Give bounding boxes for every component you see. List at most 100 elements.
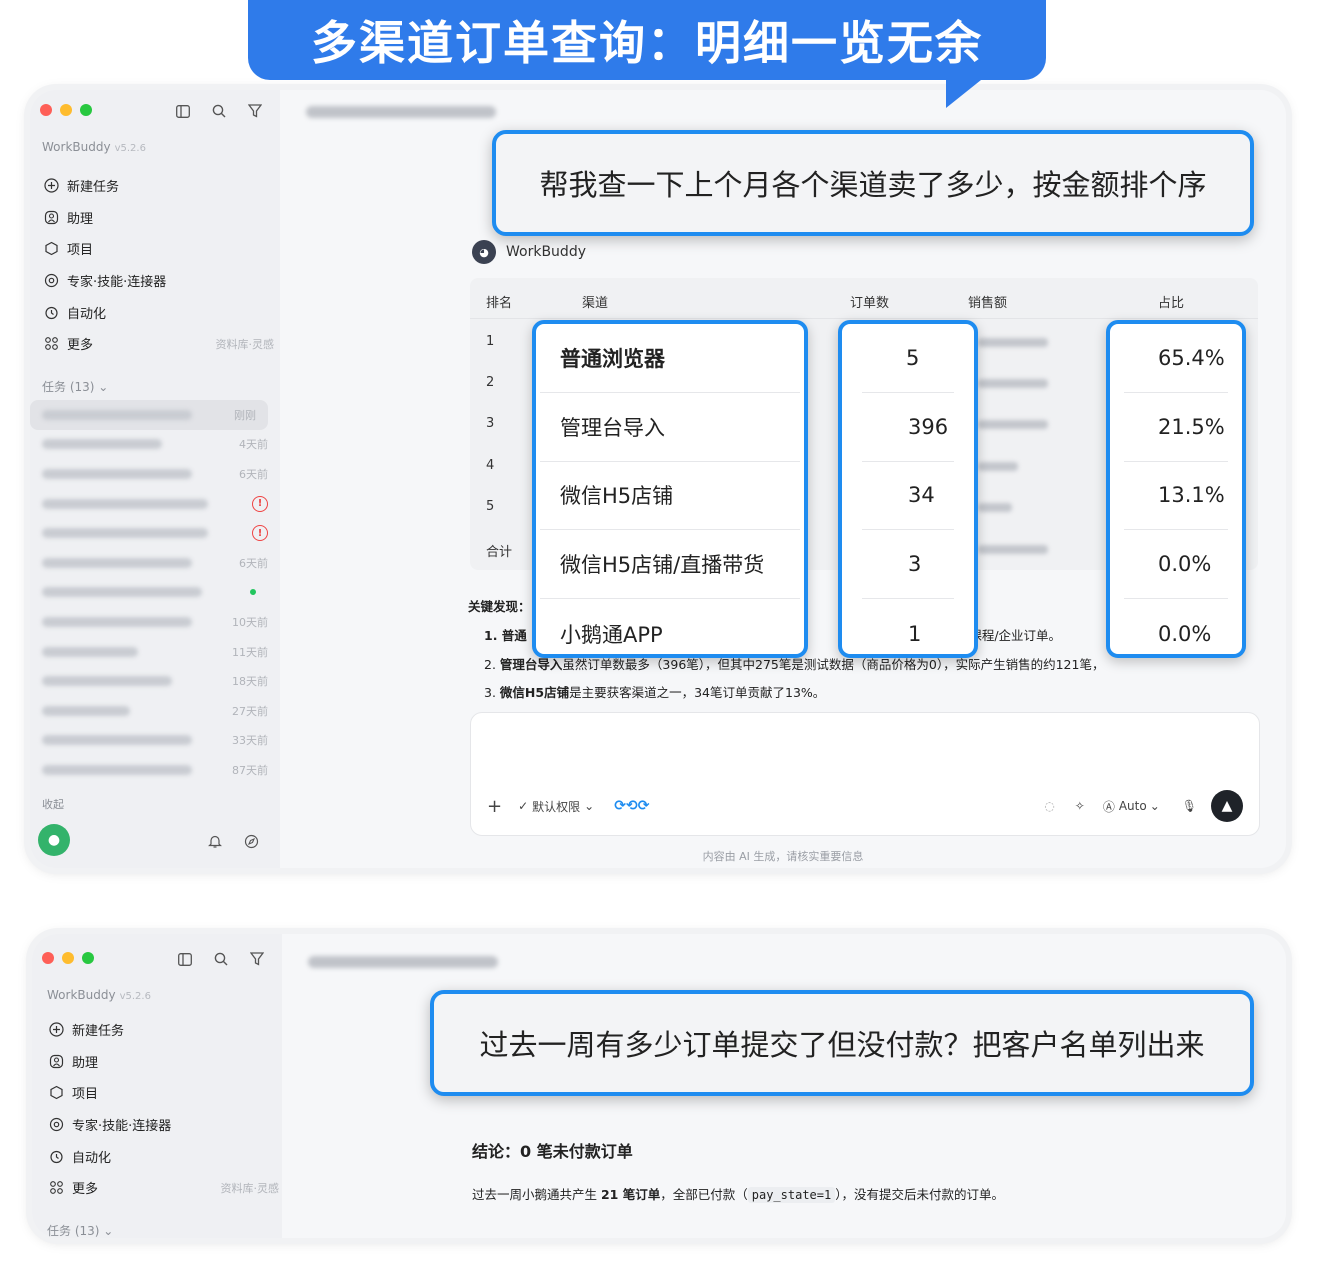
sidebar: WorkBuddy v5.2.6 新建任务 助理 项目 专家·技能·连接器 自动化… [30,90,280,868]
assistant-icon [47,1052,65,1070]
shield-check-icon: ✓ [518,799,529,813]
sidebar-item-automation[interactable]: 自动化 [47,1140,279,1172]
filter-icon[interactable] [246,102,264,120]
sidebar-nav: 新建任务 助理 项目 专家·技能·连接器 自动化 更多 资料库·灵感 [42,170,274,360]
task-item[interactable]: 10天前 [30,607,280,637]
channel-cell: 小鹅通APP [560,622,663,647]
sparkle-icon[interactable]: ✧ [1075,799,1085,813]
share-cell: 21.5% [1124,393,1228,462]
sidebar-item-assistant[interactable]: 助理 [47,1046,279,1078]
table-cell-rank: 2 [486,375,495,390]
order-count-cell: 34 [862,462,954,531]
order-count-column-highlight: 5 396 34 3 1 [838,320,978,658]
task-item[interactable] [30,578,280,608]
model-selector[interactable]: Ⓐ Auto ⌄ [1103,798,1160,815]
favorites-header[interactable]: 收起 [42,796,64,812]
automation-icon [47,1147,65,1165]
minimize-window-button[interactable] [62,952,74,964]
table-cell-rank: 5 [486,499,495,514]
more-grid-icon [47,1179,65,1197]
share-cell: 13.1% [1124,462,1228,531]
table-cell-rank: 3 [486,416,495,431]
ai-disclaimer: 内容由 AI 生成，请核实重要信息 [702,850,864,863]
order-count-cell: 1 [908,621,922,646]
chevron-down-icon: ⌄ [103,1224,114,1238]
task-item[interactable]: 刚刚 [30,400,268,430]
search-icon[interactable] [210,102,228,120]
maximize-window-button[interactable] [80,104,92,116]
maximize-window-button[interactable] [82,952,94,964]
microphone-icon[interactable]: 🎙 [1182,799,1197,813]
unread-dot-icon [250,589,256,596]
search-icon[interactable] [212,950,230,968]
order-count-cell: 396 [862,393,954,462]
task-item[interactable]: 27天前 [30,696,280,726]
share-cell: 0.0% [1124,530,1228,600]
channel-column-highlight: 普通浏览器 管理台导入 微信H5店铺 微信H5店铺/直播带货 小鹅通APP [532,320,808,658]
filter-icon[interactable] [248,950,266,968]
sidebar-item-more[interactable]: 更多 资料库·灵感 [42,328,274,360]
task-item[interactable]: 6天前 [30,548,280,578]
assistant-icon [42,208,60,226]
task-item[interactable]: 18天前 [30,666,280,696]
channel-cell: 微信H5店铺 [540,462,800,531]
tasks-header[interactable]: 任务 (13) ⌄ [47,1222,113,1238]
automation-icon [42,303,60,321]
app-window-1: WorkBuddy v5.2.6 新建任务 助理 项目 专家·技能·连接器 自动化… [30,90,1286,868]
task-item[interactable]: ! [30,489,280,519]
task-item[interactable]: 11天前 [30,637,280,667]
permission-selector[interactable]: ✓ 默认权限 ⌄ [518,798,594,815]
sidebar-item-new-task[interactable]: 新建任务 [42,170,274,202]
task-item[interactable]: 33天前 [30,726,280,756]
order-count-cell: 5 [862,324,954,393]
plus-icon[interactable]: + [487,796,502,817]
chevron-down-icon: ⌄ [98,380,109,394]
channel-cell: 管理台导入 [540,393,800,462]
channel-cell: 普通浏览器 [540,324,800,393]
share-cell: 65.4% [1124,324,1228,393]
sidebar-item-projects[interactable]: 项目 [47,1077,279,1109]
avatar[interactable]: ● [38,824,70,856]
page-banner-title: 多渠道订单查询：明细一览无余 [248,0,1046,80]
plus-circle-icon [47,1021,65,1039]
sidebar-item-automation[interactable]: 自动化 [42,296,274,328]
user-query-callout: 帮我查一下上个月各个渠道卖了多少，按金额排个序 [492,130,1254,236]
connector-icons[interactable]: ⟳⟲⟳ [614,798,649,814]
bell-icon[interactable] [206,832,224,850]
send-button[interactable]: ▲ [1211,790,1243,822]
table-header: 销售额 [968,296,1008,311]
chevron-down-icon: ⌄ [584,799,595,813]
chevron-down-icon: ⌄ [1149,799,1160,813]
task-item[interactable]: 6天前 [30,459,280,489]
order-count-cell: 3 [862,530,954,600]
task-item[interactable]: 87天前 [30,755,280,785]
sidebar-item-more[interactable]: 更多 资料库·灵感 [47,1172,279,1204]
project-icon [42,240,60,258]
assistant-header: ◕ WorkBuddy [472,240,586,264]
project-icon [47,1084,65,1102]
sidebar-item-experts[interactable]: 专家·技能·连接器 [42,265,274,297]
user-query-callout: 过去一周有多少订单提交了但没付款？把客户名单列出来 [430,990,1254,1096]
task-item[interactable]: ! [30,518,280,548]
tasks-header[interactable]: 任务 (13) ⌄ [42,378,108,395]
finding-line: 3. 微信H5店铺是主要获客渠道之一，34笔订单贡献了13%。 [484,685,826,701]
close-window-button[interactable] [40,104,52,116]
sidebar-item-experts[interactable]: 专家·技能·连接器 [47,1109,279,1141]
conclusion-text: 过去一周小鹅通共产生 21 笔订单，全部已付款（ pay_state=1 ），没有提… [472,1187,1004,1203]
sidebar-item-assistant[interactable]: 助理 [42,202,274,234]
sidebar-item-new-task[interactable]: 新建任务 [47,1014,279,1046]
sidebar: WorkBuddy v5.2.6 新建任务 助理 项目 专家·技能·连接器 自动化… [32,934,282,1238]
chat-input-box[interactable]: + ✓ 默认权限 ⌄ ⟳⟲⟳ ◌ ✧ Ⓐ Auto ⌄ 🎙 ▲ [470,712,1260,836]
sidebar-item-projects[interactable]: 项目 [42,233,274,265]
compass-icon[interactable] [242,832,260,850]
close-window-button[interactable] [42,952,54,964]
sidebar-toggle-icon[interactable] [176,950,194,968]
task-item[interactable]: 4天前 [30,430,280,460]
table-cell-rank: 1 [486,334,495,349]
app-brand: WorkBuddy v5.2.6 [42,140,146,154]
sidebar-toggle-icon[interactable] [174,102,192,120]
warning-icon: ! [252,495,268,512]
table-cell-rank: 4 [486,458,495,473]
model-icon: Ⓐ [1102,799,1115,814]
minimize-window-button[interactable] [60,104,72,116]
